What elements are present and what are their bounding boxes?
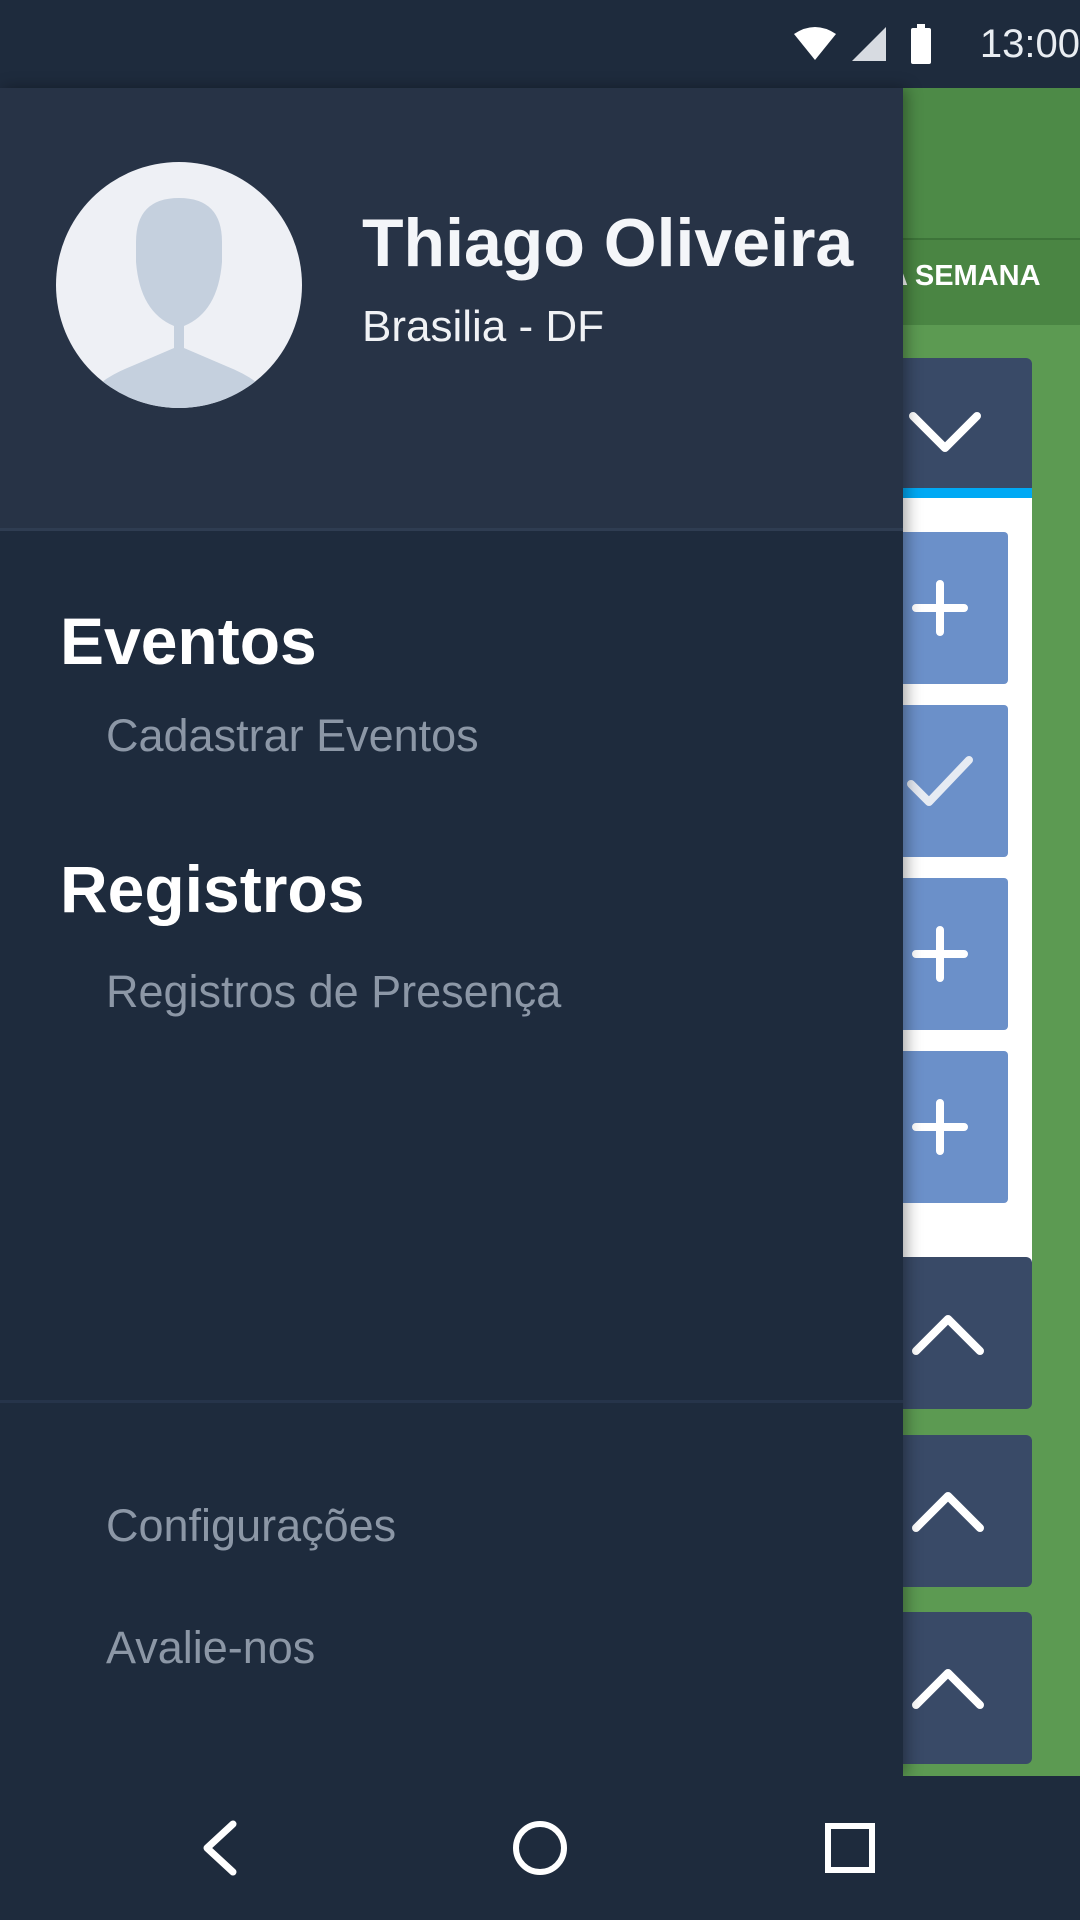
menu-item-avalie-nos[interactable]: Avalie-nos bbox=[106, 1622, 315, 1674]
home-icon bbox=[513, 1821, 567, 1875]
battery-icon bbox=[910, 24, 932, 64]
plus-icon bbox=[912, 1099, 968, 1155]
person-placeholder-icon bbox=[92, 198, 266, 408]
user-location: Brasilia - DF bbox=[362, 302, 605, 351]
drawer-divider bbox=[0, 1400, 903, 1403]
user-name: Thiago Oliveira bbox=[362, 205, 854, 281]
recents-button[interactable] bbox=[800, 1798, 900, 1898]
menu-item-cadastrar-eventos[interactable]: Cadastrar Eventos bbox=[106, 710, 479, 762]
plus-icon bbox=[912, 926, 968, 982]
menu-item-registros-de-presenca[interactable]: Registros de Presença bbox=[106, 966, 561, 1018]
system-navigation-bar bbox=[0, 1776, 1080, 1920]
status-icons bbox=[792, 24, 932, 64]
wifi-icon bbox=[792, 26, 838, 62]
recents-icon bbox=[825, 1823, 875, 1873]
home-button[interactable] bbox=[490, 1798, 590, 1898]
chevron-up-icon bbox=[912, 1669, 984, 1709]
status-time: 13:00 bbox=[979, 21, 1080, 66]
section-title-registros: Registros bbox=[60, 852, 365, 926]
section-title-eventos: Eventos bbox=[60, 604, 317, 678]
drawer-header: Thiago Oliveira Brasilia - DF bbox=[0, 88, 903, 531]
chevron-down-icon bbox=[909, 412, 981, 452]
back-button[interactable] bbox=[170, 1798, 270, 1898]
navigation-drawer: Thiago Oliveira Brasilia - DF Eventos Ca… bbox=[0, 88, 903, 1776]
signal-icon bbox=[850, 25, 888, 63]
chevron-up-icon bbox=[912, 1492, 984, 1532]
menu-item-configuracoes[interactable]: Configurações bbox=[106, 1500, 396, 1552]
back-icon bbox=[203, 1820, 237, 1876]
check-icon bbox=[907, 756, 973, 806]
plus-icon bbox=[912, 580, 968, 636]
chevron-up-icon bbox=[912, 1315, 984, 1355]
avatar[interactable] bbox=[56, 162, 302, 408]
status-bar: 13:00 bbox=[0, 0, 1080, 88]
